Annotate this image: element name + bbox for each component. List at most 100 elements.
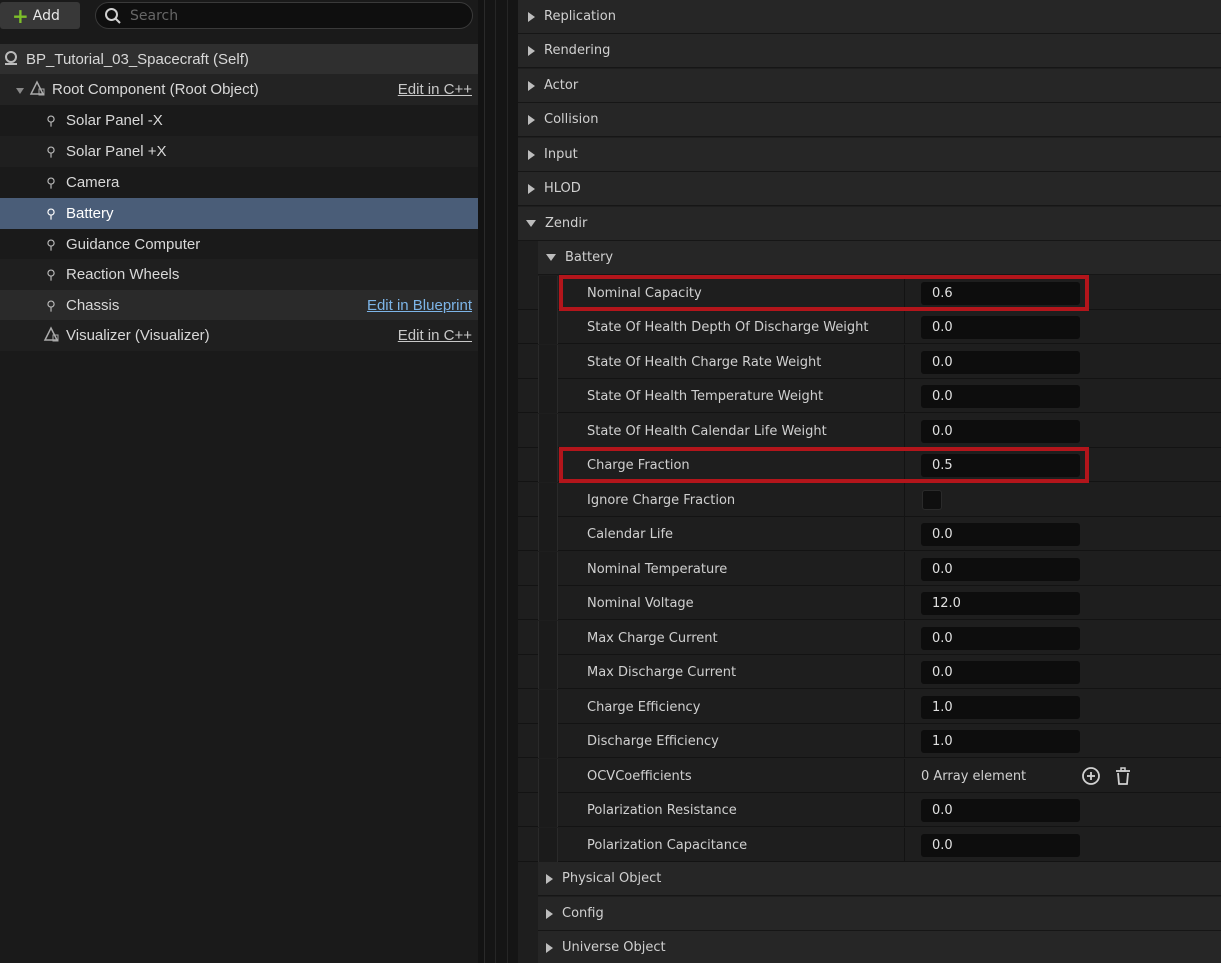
tree-item-visualizer[interactable]: Visualizer (Visualizer) Edit in C++ bbox=[0, 320, 478, 351]
category-label: Replication bbox=[544, 9, 616, 24]
components-toolbar: + Add Search bbox=[0, 0, 478, 30]
section-label: Physical Object bbox=[562, 871, 662, 886]
section-physical-object[interactable]: Physical Object bbox=[538, 862, 1221, 896]
gutter-line bbox=[495, 0, 496, 963]
value-field[interactable]: 0.0 bbox=[921, 420, 1080, 443]
details-panel: Replication Rendering Actor Collision In… bbox=[518, 0, 1221, 963]
indent-guide bbox=[538, 586, 558, 620]
value-field[interactable]: 0.0 bbox=[921, 627, 1080, 650]
indent-guide bbox=[538, 414, 558, 448]
tree-item-camera[interactable]: ⚲ Camera bbox=[0, 167, 478, 198]
column-divider[interactable] bbox=[904, 586, 905, 620]
tree-item-guidance-computer[interactable]: ⚲ Guidance Computer bbox=[0, 229, 478, 260]
component-icon: ⚲ bbox=[46, 297, 56, 313]
edit-in-cpp-link[interactable]: Edit in C++ bbox=[398, 81, 472, 98]
charge-fraction-field[interactable]: 0.5 bbox=[921, 454, 1080, 477]
add-element-icon[interactable] bbox=[1081, 766, 1101, 786]
tree-root-component[interactable]: Root Component (Root Object) Edit in C++ bbox=[0, 74, 478, 105]
search-input[interactable]: Search bbox=[95, 2, 473, 29]
category-replication[interactable]: Replication bbox=[518, 0, 1221, 34]
search-placeholder: Search bbox=[130, 7, 179, 24]
column-divider[interactable] bbox=[904, 552, 905, 586]
section-battery[interactable]: Battery bbox=[538, 241, 1221, 275]
column-divider[interactable] bbox=[904, 483, 905, 517]
component-icon: ⚲ bbox=[46, 174, 56, 190]
column-divider[interactable] bbox=[904, 414, 905, 448]
value-field[interactable]: 12.0 bbox=[921, 592, 1080, 615]
tree-item-solar-panel-minus-x[interactable]: ⚲ Solar Panel -X bbox=[0, 105, 478, 136]
column-divider[interactable] bbox=[904, 828, 905, 862]
value-field[interactable]: 0.0 bbox=[921, 558, 1080, 581]
indent-guide bbox=[538, 483, 558, 517]
value-field[interactable]: 0.0 bbox=[921, 661, 1080, 684]
prop-row-calendar-life: Calendar Life 0.0 bbox=[518, 517, 1221, 551]
prop-row-ignore-charge-fraction: Ignore Charge Fraction bbox=[518, 483, 1221, 517]
indent-guide bbox=[538, 276, 558, 310]
category-rendering[interactable]: Rendering bbox=[518, 34, 1221, 68]
category-actor[interactable]: Actor bbox=[518, 69, 1221, 103]
collapse-arrow-icon[interactable] bbox=[16, 81, 24, 98]
section-config[interactable]: Config bbox=[538, 897, 1221, 931]
column-divider[interactable] bbox=[904, 621, 905, 655]
prop-label: Ignore Charge Fraction bbox=[587, 492, 736, 508]
column-divider[interactable] bbox=[904, 379, 905, 413]
column-divider[interactable] bbox=[904, 517, 905, 551]
column-divider[interactable] bbox=[904, 310, 905, 344]
tree-root-self[interactable]: BP_Tutorial_03_Spacecraft (Self) bbox=[0, 44, 478, 75]
category-label: Collision bbox=[544, 112, 599, 127]
tree-item-label: Chassis bbox=[66, 297, 120, 314]
nominal-capacity-field[interactable]: 0.6 bbox=[921, 282, 1080, 305]
edit-in-cpp-link[interactable]: Edit in C++ bbox=[398, 327, 472, 344]
expand-arrow-icon bbox=[528, 183, 535, 194]
indent-guide bbox=[538, 759, 558, 793]
column-divider[interactable] bbox=[904, 759, 905, 793]
prop-row-nominal-temperature: Nominal Temperature 0.0 bbox=[518, 552, 1221, 586]
indent-guide bbox=[538, 379, 558, 413]
value-field[interactable]: 0.0 bbox=[921, 799, 1080, 822]
tree-item-chassis[interactable]: ⚲ Chassis Edit in Blueprint bbox=[0, 290, 478, 321]
prop-row-polarization-capacitance: Polarization Capacitance 0.0 bbox=[518, 828, 1221, 862]
column-divider[interactable] bbox=[904, 793, 905, 827]
column-divider[interactable] bbox=[904, 690, 905, 724]
prop-label: State Of Health Temperature Weight bbox=[587, 388, 824, 404]
value-field[interactable]: 1.0 bbox=[921, 696, 1080, 719]
section-label: Universe Object bbox=[562, 940, 666, 955]
column-divider[interactable] bbox=[904, 655, 905, 689]
column-divider[interactable] bbox=[904, 276, 905, 310]
prop-label: Charge Efficiency bbox=[587, 699, 701, 715]
prop-row-charge-fraction: Charge Fraction 0.5 bbox=[518, 448, 1221, 482]
column-divider[interactable] bbox=[904, 345, 905, 379]
value-field[interactable]: 0.0 bbox=[921, 523, 1080, 546]
tree-item-battery[interactable]: ⚲ Battery bbox=[0, 198, 478, 229]
category-zendir[interactable]: Zendir bbox=[518, 207, 1221, 241]
edit-in-blueprint-link[interactable]: Edit in Blueprint bbox=[367, 297, 472, 314]
tree-item-label: Guidance Computer bbox=[66, 236, 201, 253]
tree-item-solar-panel-plus-x[interactable]: ⚲ Solar Panel +X bbox=[0, 136, 478, 167]
prop-label: Max Charge Current bbox=[587, 630, 718, 646]
column-divider[interactable] bbox=[904, 724, 905, 758]
tree-item-label: Solar Panel -X bbox=[66, 112, 163, 129]
category-collision[interactable]: Collision bbox=[518, 103, 1221, 137]
prop-row-max-discharge-current: Max Discharge Current 0.0 bbox=[518, 655, 1221, 689]
trash-icon[interactable] bbox=[1113, 766, 1133, 786]
prop-row-ocv-coefficients: OCVCoefficients 0 Array element bbox=[518, 759, 1221, 793]
add-component-button[interactable]: + Add bbox=[0, 2, 80, 29]
array-count-text: 0 Array element bbox=[921, 768, 1027, 784]
expand-arrow-icon bbox=[546, 873, 553, 884]
value-field[interactable]: 0.0 bbox=[921, 385, 1080, 408]
value-field[interactable]: 0.0 bbox=[921, 316, 1080, 339]
value-field[interactable]: 0.0 bbox=[921, 834, 1080, 857]
component-icon: ⚲ bbox=[46, 236, 56, 252]
ignore-charge-fraction-checkbox[interactable] bbox=[922, 490, 942, 510]
category-label: Input bbox=[544, 147, 578, 162]
value-field[interactable]: 0.0 bbox=[921, 351, 1080, 374]
indent-guide bbox=[538, 345, 558, 379]
category-input[interactable]: Input bbox=[518, 138, 1221, 172]
expand-arrow-icon bbox=[546, 942, 553, 953]
tree-item-reaction-wheels[interactable]: ⚲ Reaction Wheels bbox=[0, 259, 478, 290]
indent-guide bbox=[538, 621, 558, 655]
category-hlod[interactable]: HLOD bbox=[518, 172, 1221, 206]
value-field[interactable]: 1.0 bbox=[921, 730, 1080, 753]
section-universe-object[interactable]: Universe Object bbox=[538, 931, 1221, 963]
column-divider[interactable] bbox=[904, 448, 905, 482]
